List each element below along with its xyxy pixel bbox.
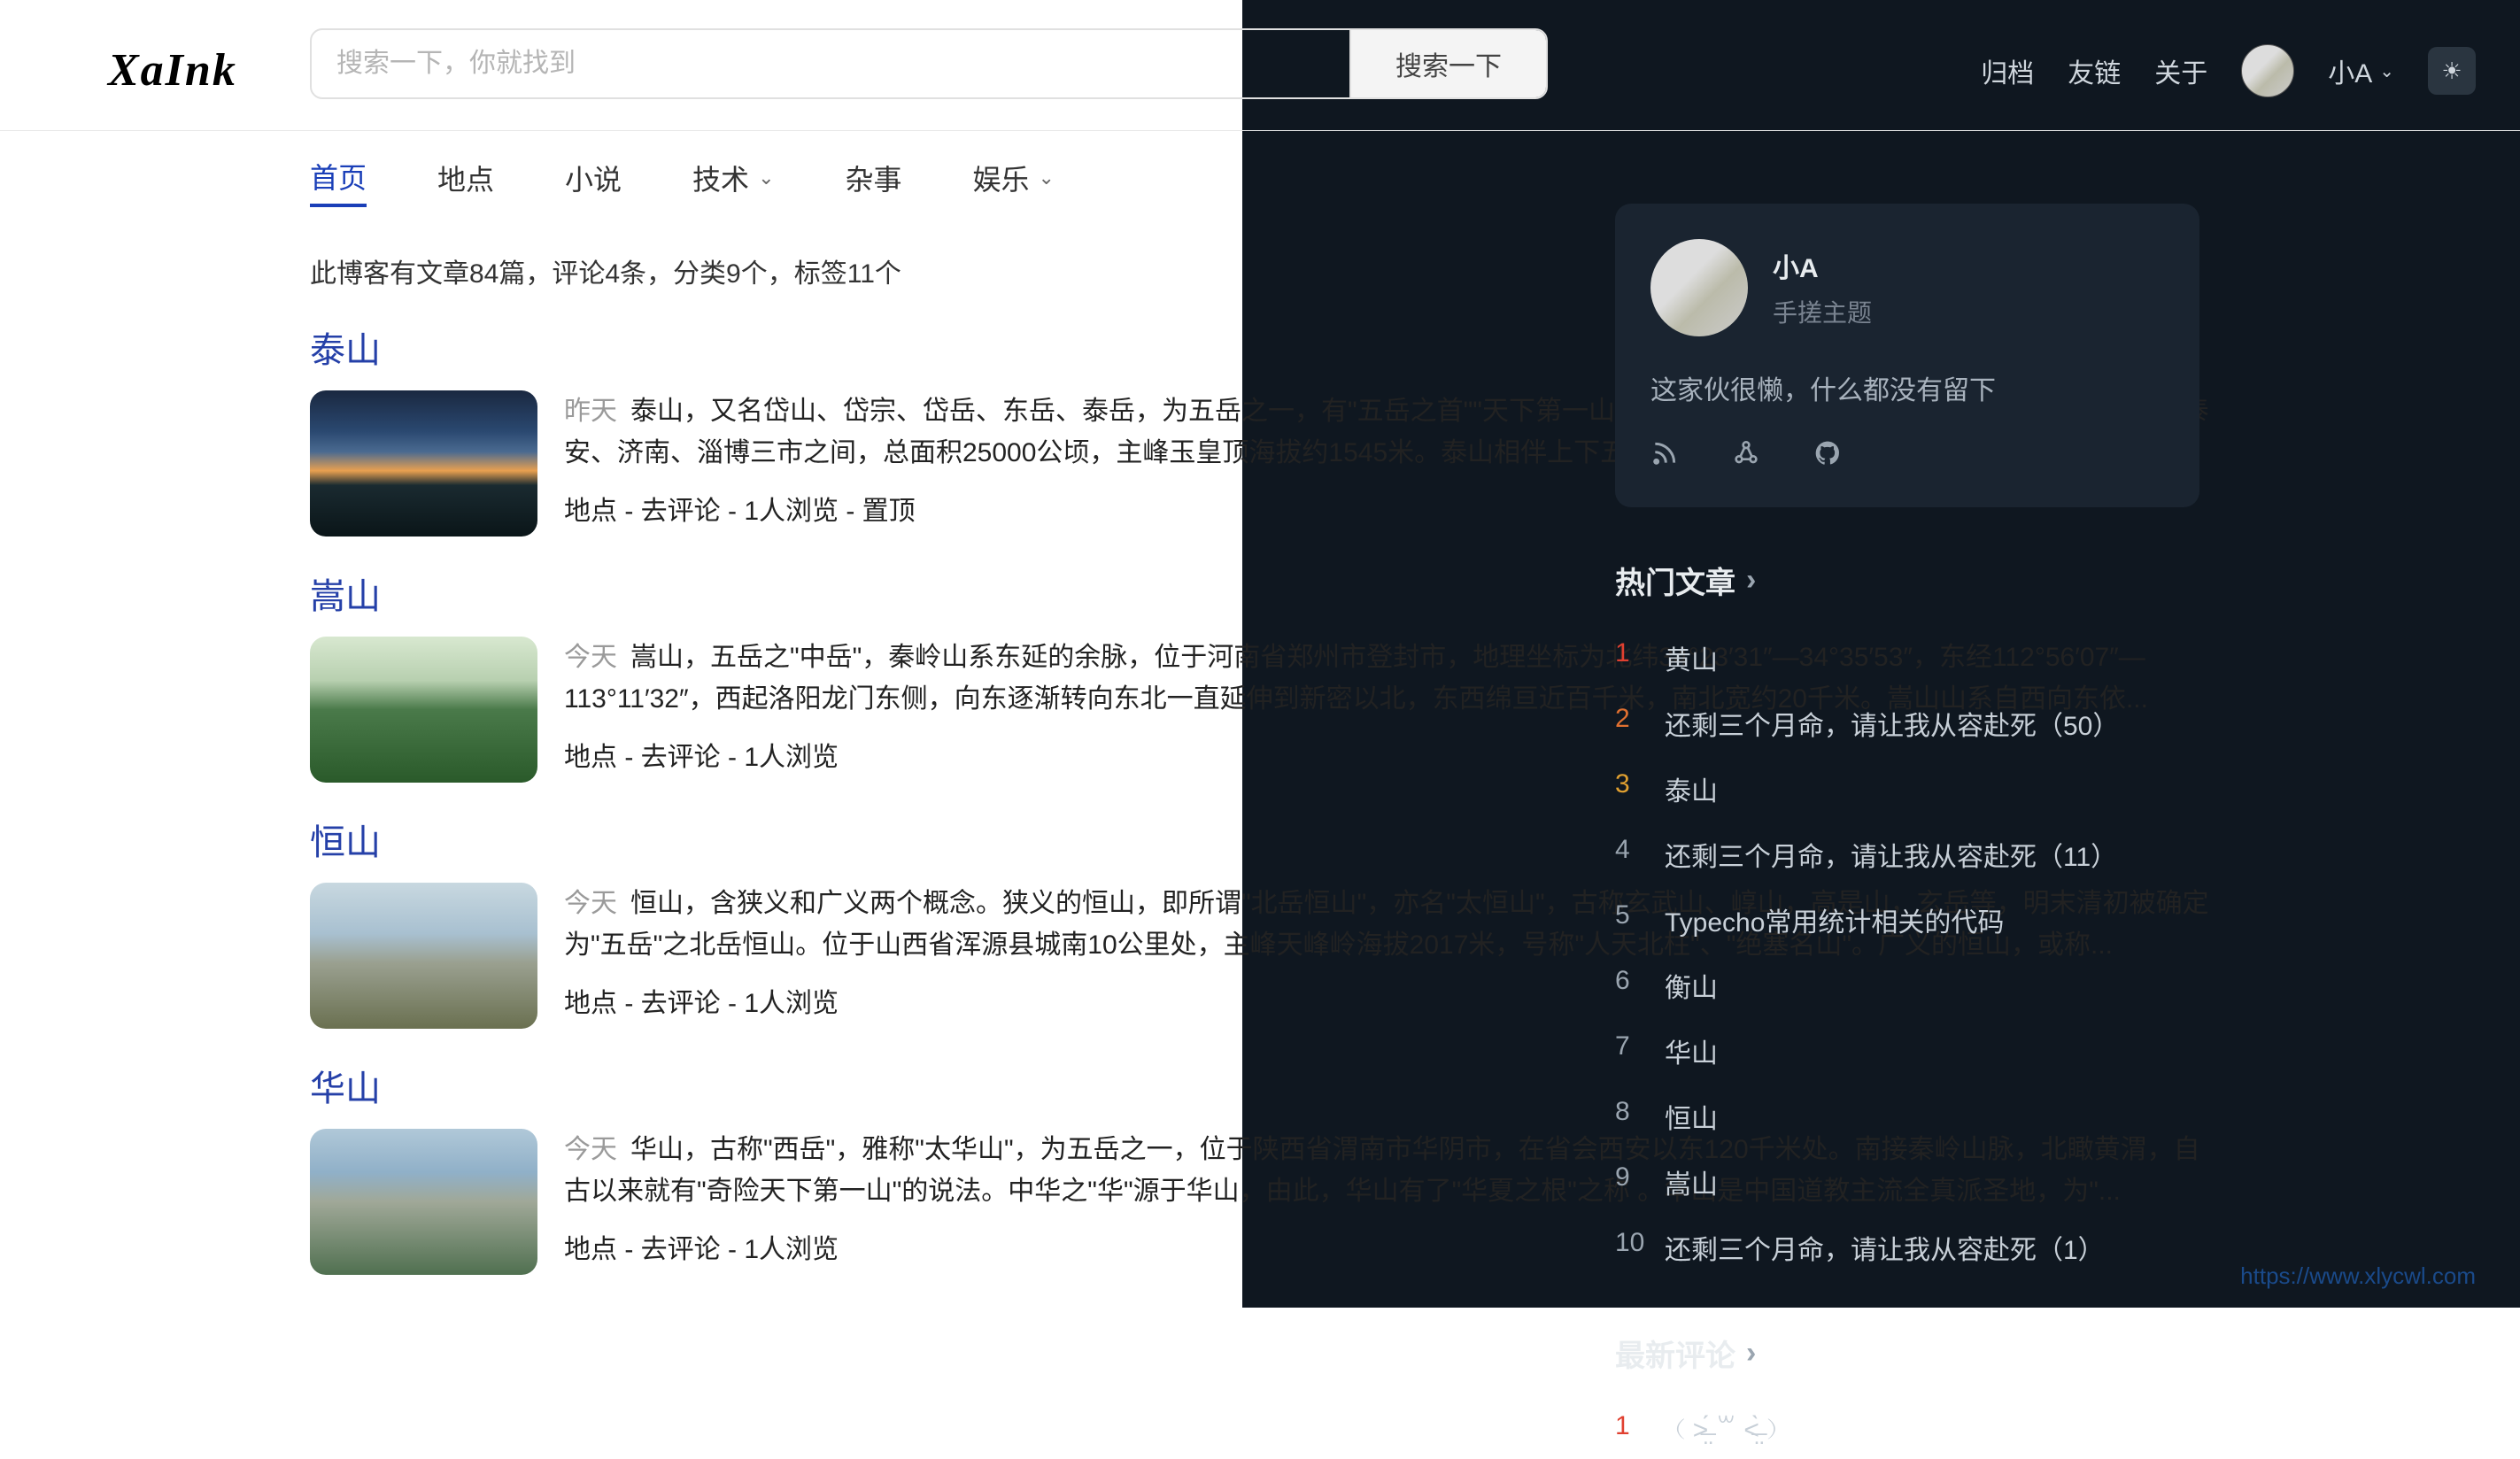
search-button[interactable]: 搜索一下: [1349, 30, 1546, 97]
search-input[interactable]: [312, 30, 1349, 97]
popular-link[interactable]: 黄山: [1665, 638, 1718, 677]
nav-item[interactable]: 杂事: [846, 156, 902, 207]
popular-item[interactable]: 9 嵩山: [1615, 1149, 2199, 1215]
user-menu[interactable]: 小A ⌄: [2328, 51, 2394, 90]
profile-name: 小A: [1773, 246, 1872, 285]
popular-item[interactable]: 6 衡山: [1615, 953, 2199, 1018]
popular-item[interactable]: 7 华山: [1615, 1018, 2199, 1084]
popular-link[interactable]: 衡山: [1665, 966, 1718, 1005]
profile-subtitle: 手搓主题: [1773, 294, 1872, 329]
post-title[interactable]: 华山: [310, 1060, 381, 1111]
popular-link[interactable]: Typecho常用统计相关的代码: [1665, 900, 2004, 939]
rank-number: 7: [1615, 1031, 1647, 1070]
popular-item[interactable]: 3 泰山: [1615, 756, 2199, 822]
post-thumbnail[interactable]: [310, 390, 537, 537]
post-date: 今天: [564, 643, 617, 672]
main-nav: 首页 地点 小说 技术⌄ 杂事 娱乐⌄: [310, 131, 2210, 207]
site-logo[interactable]: XaInk: [108, 44, 237, 96]
github-icon[interactable]: [1813, 439, 1842, 472]
popular-item[interactable]: 2 还剩三个月命，请让我从容赴死（50）: [1615, 691, 2199, 756]
nav-about[interactable]: 关于: [2154, 51, 2207, 90]
post-date: 昨天: [564, 397, 617, 426]
theme-toggle[interactable]: ☀: [2428, 47, 2476, 95]
comment-text: （ ˃̶̤́ ꒳ ˂̶̤̀ ）: [1665, 1411, 1788, 1446]
popular-item[interactable]: 1 黄山: [1615, 625, 2199, 691]
popular-item[interactable]: 8 恒山: [1615, 1084, 2199, 1149]
post-date: 今天: [564, 889, 617, 918]
popular-item[interactable]: 10 还剩三个月命，请让我从容赴死（1）: [1615, 1215, 2199, 1280]
search-bar: 搜索一下: [310, 28, 1548, 99]
profile-description: 这家伙很懒，什么都没有留下: [1650, 368, 2164, 407]
sun-icon: ☀: [2441, 58, 2462, 85]
nav-item[interactable]: 娱乐⌄: [973, 156, 1055, 207]
popular-link[interactable]: 恒山: [1665, 1097, 1718, 1136]
rank-number: 1: [1615, 1411, 1647, 1446]
popular-link[interactable]: 泰山: [1665, 769, 1718, 808]
chevron-right-icon: ›: [1746, 1336, 1756, 1370]
rss-icon[interactable]: [1650, 439, 1679, 472]
nav-links[interactable]: 友链: [2068, 51, 2121, 90]
popular-link[interactable]: 嵩山: [1665, 1162, 1718, 1201]
nav-archive[interactable]: 归档: [1981, 51, 2034, 90]
nav-item[interactable]: 小说: [565, 156, 622, 207]
avatar[interactable]: [2241, 44, 2294, 97]
popular-item[interactable]: 4 还剩三个月命，请让我从容赴死（11）: [1615, 822, 2199, 887]
post-title[interactable]: 恒山: [310, 814, 381, 865]
watermark: https://www.xlycwl.com: [2240, 1262, 2476, 1290]
popular-articles-title: 热门文章 ›: [1615, 559, 2199, 602]
avatar[interactable]: [1650, 239, 1748, 336]
chevron-down-icon: ⌄: [1039, 166, 1055, 189]
nav-item[interactable]: 地点: [437, 156, 494, 207]
nav-item[interactable]: 首页: [310, 156, 367, 207]
rank-number: 6: [1615, 966, 1647, 1005]
comment-item[interactable]: 1 （ ˃̶̤́ ꒳ ˂̶̤̀ ）: [1615, 1398, 2199, 1459]
rank-number: 1: [1615, 638, 1647, 677]
popular-link[interactable]: 还剩三个月命，请让我从容赴死（50）: [1665, 704, 2119, 743]
post-title[interactable]: 泰山: [310, 321, 381, 373]
nav-item[interactable]: 技术⌄: [692, 156, 774, 207]
chevron-down-icon: ⌄: [2379, 60, 2394, 82]
profile-card: 小A 手搓主题 这家伙很懒，什么都没有留下: [1615, 204, 2199, 507]
chevron-down-icon: ⌄: [758, 166, 774, 189]
post-thumbnail[interactable]: [310, 637, 537, 783]
share-icon[interactable]: [1732, 439, 1760, 472]
popular-link[interactable]: 还剩三个月命，请让我从容赴死（11）: [1665, 835, 2117, 874]
rank-number: 4: [1615, 835, 1647, 874]
rank-number: 5: [1615, 900, 1647, 939]
popular-link[interactable]: 还剩三个月命，请让我从容赴死（1）: [1665, 1228, 2105, 1267]
post-title[interactable]: 嵩山: [310, 567, 381, 619]
popular-item[interactable]: 5 Typecho常用统计相关的代码: [1615, 887, 2199, 953]
post-date: 今天: [564, 1135, 617, 1164]
popular-link[interactable]: 华山: [1665, 1031, 1718, 1070]
rank-number: 3: [1615, 769, 1647, 808]
chevron-right-icon: ›: [1746, 563, 1756, 598]
post-thumbnail[interactable]: [310, 1129, 537, 1275]
rank-number: 8: [1615, 1097, 1647, 1136]
post-thumbnail[interactable]: [310, 883, 537, 1029]
rank-number: 10: [1615, 1228, 1647, 1267]
recent-comments-title: 最新评论 ›: [1615, 1332, 2199, 1375]
rank-number: 2: [1615, 704, 1647, 743]
rank-number: 9: [1615, 1162, 1647, 1201]
